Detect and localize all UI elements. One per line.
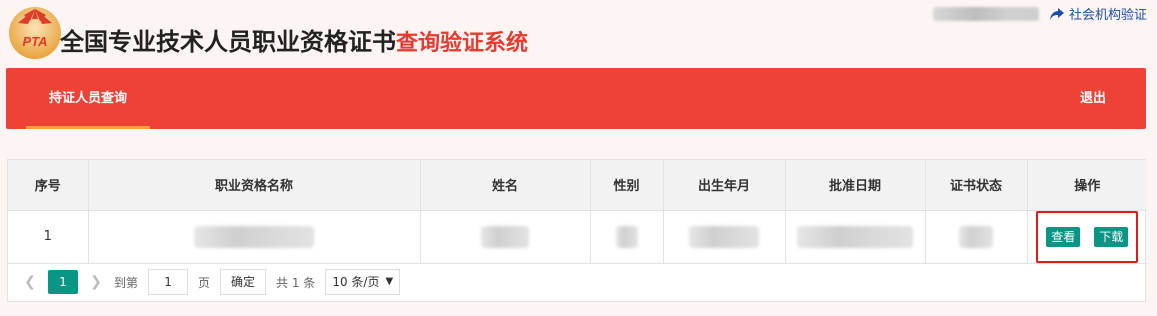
cell-actions: 查看 下载 bbox=[1027, 210, 1147, 264]
view-button[interactable]: 查看 bbox=[1046, 226, 1081, 247]
title-main: 全国专业技术人员职业资格证书 bbox=[60, 28, 396, 56]
cell-name-redacted bbox=[420, 210, 591, 264]
pta-logo: PTA bbox=[9, 7, 61, 59]
total-count-label: 共 1 条 bbox=[276, 275, 316, 290]
redacted-username bbox=[932, 6, 1039, 21]
org-verify-link[interactable]: 社会机构验证 bbox=[1069, 4, 1147, 23]
cell-gender-redacted bbox=[590, 210, 664, 264]
title-sub: 查询验证系统 bbox=[396, 31, 529, 56]
cell-status-redacted bbox=[925, 210, 1028, 264]
next-page-icon[interactable]: ❯ bbox=[88, 274, 104, 290]
header: PTA 全国专业技术人员职业资格证书查询验证系统 社会机构验证 bbox=[0, 0, 1157, 68]
results-table-panel: 序号 职业资格名称 姓名 性别 出生年月 批准日期 证书状态 操作 1 查看 下… bbox=[7, 159, 1147, 303]
active-tab-indicator bbox=[26, 126, 150, 129]
cell-qualification-redacted bbox=[88, 210, 421, 264]
page-size-value: 10 条/页 bbox=[332, 275, 380, 289]
prev-page-icon[interactable]: ❮ bbox=[22, 274, 38, 290]
logo-text: PTA bbox=[22, 34, 47, 49]
col-header-qualification: 职业资格名称 bbox=[88, 160, 421, 211]
table-row: 1 查看 下载 bbox=[8, 210, 1147, 264]
col-header-index: 序号 bbox=[8, 160, 89, 211]
col-header-gender: 性别 bbox=[590, 160, 664, 211]
goto-prefix-label: 到第 bbox=[114, 275, 139, 290]
logout-button[interactable]: 退出 bbox=[1080, 68, 1106, 129]
actions-highlight-box: 查看 下载 bbox=[1036, 210, 1139, 263]
col-header-birth: 出生年月 bbox=[663, 160, 786, 211]
cell-approval-date-redacted bbox=[785, 210, 926, 264]
page-size-select[interactable]: 10 条/页 ▼ bbox=[325, 269, 401, 295]
confirm-goto-button[interactable]: 确定 bbox=[220, 269, 267, 295]
col-header-actions: 操作 bbox=[1027, 160, 1147, 211]
nav-bar: 持证人员查询 退出 bbox=[6, 68, 1146, 129]
top-right-bar: 社会机构验证 bbox=[932, 4, 1147, 23]
page-title: 全国专业技术人员职业资格证书查询验证系统 bbox=[60, 22, 528, 57]
share-arrow-icon[interactable] bbox=[1049, 6, 1065, 22]
download-button[interactable]: 下载 bbox=[1094, 226, 1129, 247]
col-header-status: 证书状态 bbox=[925, 160, 1028, 211]
col-header-approval-date: 批准日期 bbox=[785, 160, 926, 211]
tab-holder-query[interactable]: 持证人员查询 bbox=[26, 68, 150, 129]
cell-birth-redacted bbox=[663, 210, 786, 264]
tab-holder-query-label: 持证人员查询 bbox=[48, 91, 127, 106]
pagination: ❮ 1 ❯ 到第 1 页 确定 共 1 条 10 条/页 ▼ bbox=[8, 261, 1145, 303]
table-header-row: 序号 职业资格名称 姓名 性别 出生年月 批准日期 证书状态 操作 bbox=[8, 160, 1147, 211]
current-page-button[interactable]: 1 bbox=[48, 270, 78, 294]
dropdown-caret-icon: ▼ bbox=[385, 276, 394, 287]
goto-suffix-label: 页 bbox=[198, 275, 211, 290]
col-header-name: 姓名 bbox=[420, 160, 591, 211]
cell-index: 1 bbox=[8, 210, 89, 264]
goto-page-input[interactable]: 1 bbox=[148, 269, 189, 295]
results-table: 序号 职业资格名称 姓名 性别 出生年月 批准日期 证书状态 操作 1 查看 下… bbox=[8, 160, 1147, 264]
